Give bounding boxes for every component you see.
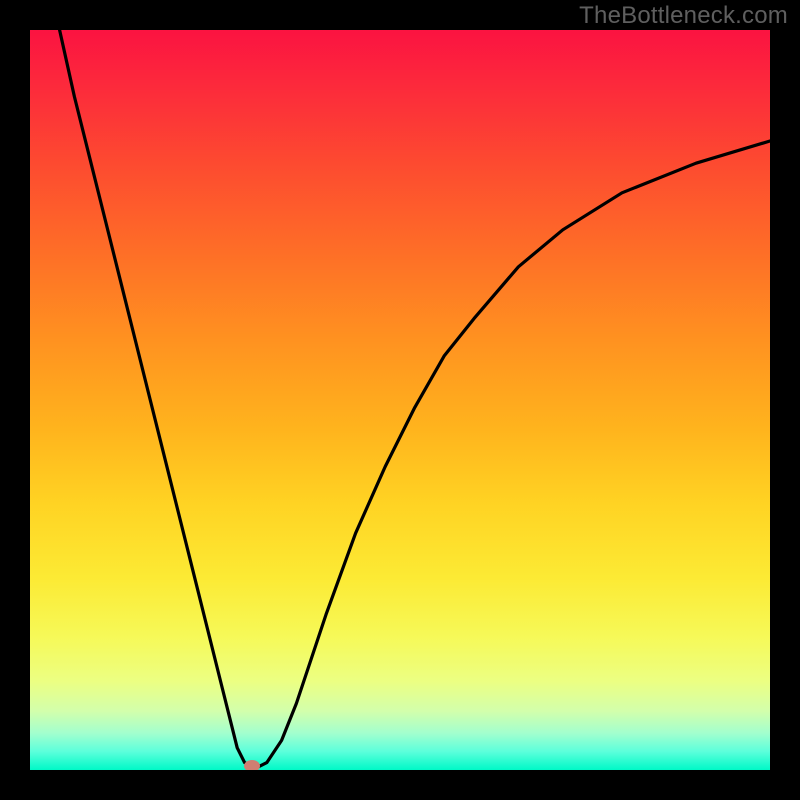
optimal-point-marker	[244, 760, 260, 770]
watermark-text: TheBottleneck.com	[579, 2, 788, 30]
chart-frame: TheBottleneck.com	[0, 0, 800, 800]
plot-area	[30, 30, 770, 770]
bottleneck-curve	[30, 30, 770, 770]
